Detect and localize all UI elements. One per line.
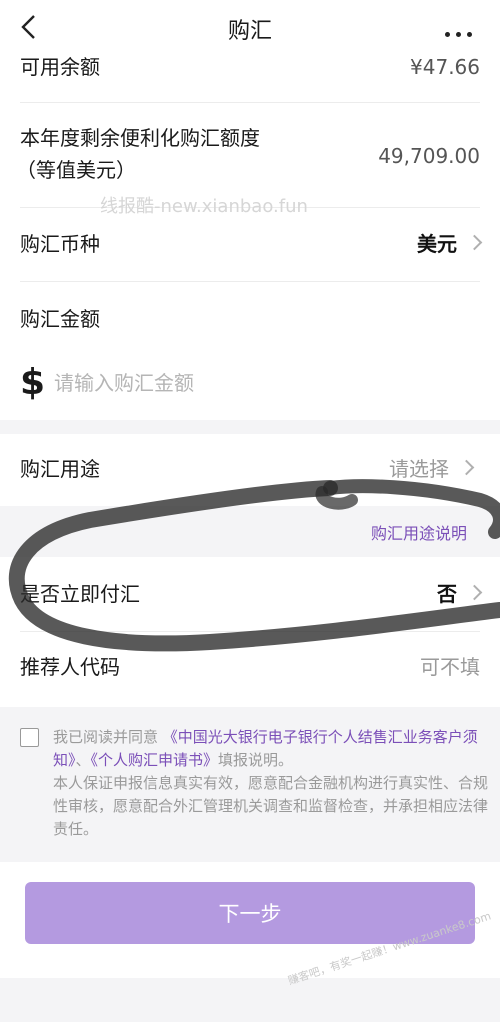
agreement-text: 我已阅读并同意 《中国光大银行电子银行个人结售汇业务客户须知》、《个人购汇申请书…	[53, 726, 493, 841]
quota-label-line2: （等值美元）	[16, 158, 136, 182]
amount-row: 购汇金额	[20, 282, 480, 420]
agreement-prefix: 我已阅读并同意	[53, 728, 159, 746]
balance-label: 可用余额	[20, 55, 100, 79]
balance-row: 可用余额 ¥47.66	[20, 55, 480, 103]
quota-label-line1: 本年度剩余便利化购汇额度	[20, 126, 260, 150]
nav-bar: 购汇	[0, 0, 500, 56]
more-icon[interactable]	[442, 22, 482, 37]
purpose-label: 购汇用途	[20, 457, 100, 481]
quota-value: 49,709.00	[378, 144, 480, 168]
immediate-value: 否	[437, 582, 457, 606]
agreement-suffix: 填报说明。	[218, 751, 294, 769]
referrer-label: 推荐人代码	[20, 655, 120, 679]
bottom-bar: 下一步	[0, 862, 500, 978]
immediate-label: 是否立即付汇	[20, 582, 140, 606]
currency-label: 购汇币种	[20, 232, 100, 256]
page-title: 购汇	[227, 19, 272, 44]
chevron-right-icon	[466, 584, 483, 601]
amount-input[interactable]	[52, 370, 356, 396]
balance-value: ¥47.66	[410, 55, 480, 79]
form-card-top: 可用余额 ¥47.66 本年度剩余便利化购汇额度 （等值美元） 49,709.0…	[0, 55, 500, 420]
amount-label: 购汇金额	[20, 307, 100, 331]
agreement-pledge: 本人保证申报信息真实有效，愿意配合金融机构进行真实性、合规性审核，愿意配合外汇管…	[53, 774, 489, 838]
referrer-row[interactable]: 推荐人代码 可不填	[20, 632, 480, 706]
referrer-value: 可不填	[420, 655, 480, 679]
agreement-link-application[interactable]: 《个人购汇申请书》	[91, 751, 219, 769]
chevron-right-icon	[466, 234, 483, 251]
currency-value: 美元	[417, 232, 457, 256]
purpose-explanation-link[interactable]: 购汇用途说明	[371, 520, 467, 544]
purpose-card[interactable]: 购汇用途 请选择	[0, 434, 500, 506]
chevron-right-icon	[458, 459, 475, 476]
immediate-row[interactable]: 是否立即付汇 否	[20, 557, 483, 632]
agreement-checkbox[interactable]	[20, 728, 39, 747]
currency-row[interactable]: 购汇币种 美元	[20, 208, 483, 282]
purpose-value: 请选择	[389, 457, 449, 481]
agreement-sep: 、	[75, 751, 91, 769]
form-card-bottom: 是否立即付汇 否 推荐人代码 可不填	[0, 557, 500, 707]
dollar-symbol: $	[20, 362, 46, 403]
